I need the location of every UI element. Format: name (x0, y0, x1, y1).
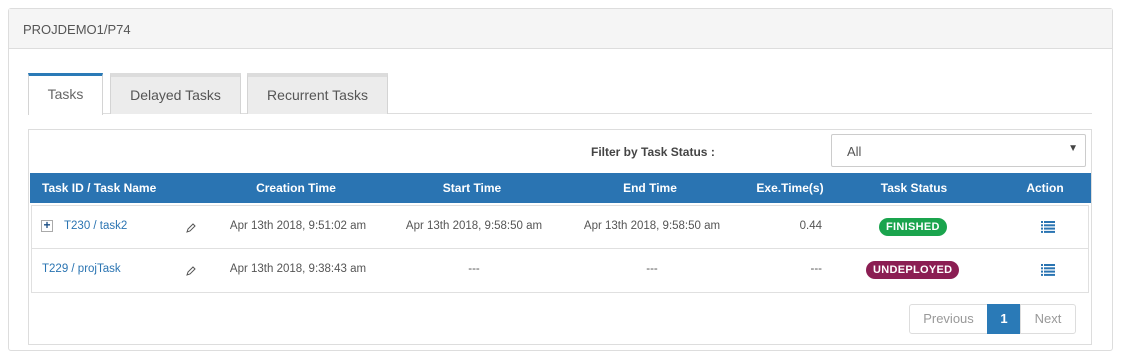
task-link[interactable]: T229 / projTask (42, 263, 121, 275)
next-page-button[interactable]: Next (1020, 304, 1076, 334)
header-task-id[interactable]: Task ID / Task Name (42, 181, 164, 195)
caret-down-icon: ▼ (1068, 143, 1078, 154)
task-link[interactable]: T230 / task2 (64, 220, 127, 232)
header-creation-time[interactable]: Creation Time (226, 181, 366, 195)
previous-page-button[interactable]: Previous (909, 304, 988, 334)
tab-recurrent-tasks[interactable]: Recurrent Tasks (247, 73, 388, 114)
task-tabs: Tasks Delayed Tasks Recurrent Tasks (28, 73, 1092, 115)
status-filter-select[interactable]: All ▼ (831, 134, 1086, 167)
header-start-time[interactable]: Start Time (402, 181, 542, 195)
start-time: --- (468, 263, 480, 275)
header-task-status[interactable]: Task Status (854, 181, 974, 195)
creation-time: Apr 13th 2018, 9:51:02 am (229, 220, 367, 232)
project-panel: PROJDEMO1/P74 Tasks Delayed Tasks Recurr… (8, 8, 1113, 351)
panel-title: PROJDEMO1/P74 (9, 9, 1112, 49)
status-badge: UNDEPLOYED (866, 261, 960, 279)
exe-time: 0.44 (799, 220, 822, 232)
pencil-icon[interactable] (186, 266, 196, 276)
filter-label: Filter by Task Status : (591, 145, 715, 159)
end-time: --- (646, 263, 658, 275)
creation-time: Apr 13th 2018, 9:38:43 am (229, 263, 367, 275)
header-action: Action (1026, 181, 1064, 195)
tasks-content: Filter by Task Status : All ▼ Task ID / … (28, 129, 1092, 345)
list-icon[interactable] (1041, 264, 1055, 276)
status-badge: FINISHED (879, 218, 947, 236)
filter-selected-value: All (847, 144, 862, 159)
header-exe-time[interactable]: Exe.Time(s) (740, 181, 840, 195)
list-icon[interactable] (1041, 221, 1055, 233)
tab-tasks[interactable]: Tasks (28, 73, 103, 115)
plus-icon[interactable]: + (41, 219, 53, 232)
tab-delayed-tasks[interactable]: Delayed Tasks (110, 73, 241, 114)
table-row: T229 / projTask Apr 13th 2018, 9:38:43 a… (31, 249, 1089, 293)
exe-time: --- (810, 263, 823, 275)
table-header: Task ID / Task Name Creation Time Start … (30, 173, 1091, 203)
page-1-button[interactable]: 1 (987, 304, 1021, 334)
header-end-time[interactable]: End Time (580, 181, 720, 195)
pencil-icon[interactable] (186, 223, 196, 233)
end-time: Apr 13th 2018, 9:58:50 am (583, 220, 721, 232)
start-time: Apr 13th 2018, 9:58:50 am (405, 220, 543, 232)
table-row: + T230 / task2 Apr 13th 2018, 9:51:02 am… (31, 205, 1089, 249)
